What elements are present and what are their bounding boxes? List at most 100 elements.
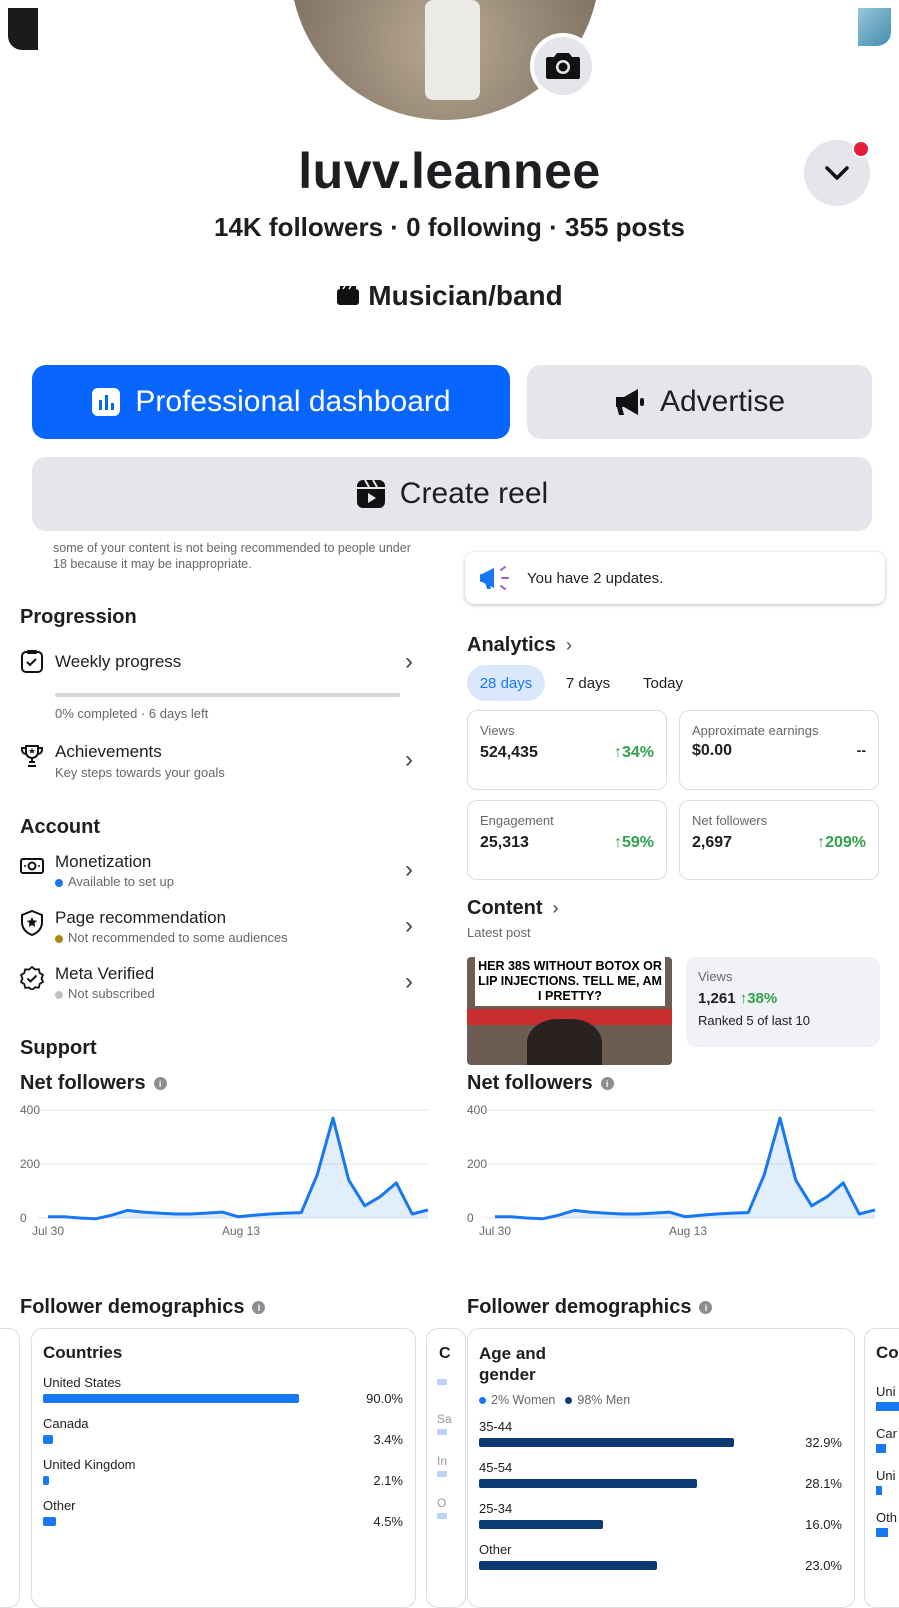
tab-today[interactable]: Today [630, 665, 696, 701]
metric-engagement-card[interactable]: Engagement 25,313 ↑59% [467, 800, 667, 880]
meta-verified-label: Meta Verified [55, 964, 155, 983]
analytics-header[interactable]: Analytics › [467, 634, 572, 657]
bar [479, 1561, 658, 1570]
post-views-change: ↑38% [740, 990, 778, 1007]
y-tick-label: 0 [467, 1211, 474, 1225]
post-views-change-value: 38% [747, 990, 778, 1007]
meta-verified-row[interactable]: Meta Verified Not subscribed › [20, 964, 430, 1008]
profile-username: luvv.leannee [298, 143, 601, 199]
bar [43, 1476, 49, 1485]
metric-change-value: 34% [621, 744, 654, 761]
chevron-right-icon: › [405, 912, 413, 939]
chart-title: Net followers [20, 1072, 146, 1094]
checklist-icon [21, 650, 43, 673]
countries-card[interactable]: Countries United States 90.0% Canada 3.4% Un… [31, 1328, 416, 1608]
bar-chart-icon [92, 388, 121, 416]
bar [43, 1435, 53, 1444]
page-recommendation-status-text: Not recommended to some audiences [68, 930, 288, 945]
monetization-label: Monetization [55, 852, 152, 871]
age-gender-title: Age and gender [479, 1343, 546, 1385]
bar [479, 1479, 697, 1488]
info-icon[interactable]: i [600, 1077, 614, 1090]
bar [43, 1394, 299, 1403]
peek-bar [437, 1379, 447, 1385]
info-icon[interactable]: i [153, 1077, 167, 1090]
x-tick-label: Jul 30 [32, 1224, 64, 1238]
advertise-button[interactable]: Advertise [527, 365, 872, 439]
status-dot [55, 878, 63, 887]
create-reel-button[interactable]: Create reel [32, 457, 872, 531]
bar-value-label: 32.9% [805, 1435, 842, 1450]
arrow-up-icon: ↑ [613, 744, 622, 761]
bar-value-label: 2.1% [373, 1473, 403, 1488]
profile-stats[interactable]: 14K followers · 0 following · 355 posts [0, 212, 899, 243]
metric-change-value: 209% [825, 834, 866, 851]
peek-title: C [439, 1345, 451, 1362]
metric-views-card[interactable]: Views 524,435 ↑34% [467, 710, 667, 790]
chevron-right-icon: › [405, 648, 413, 675]
x-tick-label: Aug 13 [222, 1224, 260, 1238]
age-gender-title-line1: Age and [479, 1344, 547, 1363]
latest-post-stats[interactable]: Views 1,261 ↑38% Ranked 5 of last 10 [686, 957, 880, 1047]
monetization-row[interactable]: Monetization Available to set up › [20, 852, 430, 896]
peek-bar [437, 1429, 447, 1435]
y-tick-label: 400 [467, 1103, 487, 1117]
arrow-up-icon: ↑ [817, 834, 826, 851]
create-reel-label: Create reel [399, 477, 549, 510]
metric-change: ↑34% [614, 744, 654, 762]
bar-category-label: 25-34 [479, 1501, 513, 1516]
page-recommendation-label: Page recommendation [55, 908, 227, 927]
weekly-progress-row[interactable]: Weekly progress › [20, 648, 430, 710]
support-heading: Support [20, 1037, 97, 1059]
info-icon[interactable]: i [252, 1301, 266, 1314]
peek-bar [876, 1486, 882, 1495]
camera-button[interactable] [530, 33, 596, 99]
metric-net-followers-card[interactable]: Net followers 2,697 ↑209% [679, 800, 879, 880]
demographics-card-peek-left[interactable] [0, 1328, 20, 1608]
info-icon[interactable]: i [699, 1301, 713, 1314]
page-recommendation-row[interactable]: Page recommendation Not recommended to s… [20, 908, 430, 952]
bar-category-label: United States [43, 1375, 122, 1390]
arrow-up-icon: ↑ [613, 834, 622, 851]
bar-category-label: Canada [43, 1416, 89, 1431]
peek-title: Co [876, 1343, 899, 1362]
tab-7-days[interactable]: 7 days [555, 665, 621, 701]
demographics-card-peek-middle[interactable]: C Sa In O [426, 1328, 466, 1608]
x-tick-label: Aug 13 [669, 1224, 707, 1238]
megaphone-color-icon [480, 566, 509, 590]
x-tick-label: Jul 30 [479, 1224, 511, 1238]
chart-title: Net followers [467, 1072, 593, 1094]
net-followers-heading-right: Net followers i [467, 1072, 614, 1095]
bar [479, 1438, 734, 1447]
progression-heading: Progression [20, 606, 137, 628]
cover-photo-right-edge [858, 8, 891, 46]
tab-28-days[interactable]: 28 days [467, 665, 545, 701]
content-header[interactable]: Content › [467, 897, 559, 920]
bar-value-label: 28.1% [805, 1476, 842, 1491]
updates-banner[interactable]: You have 2 updates. [465, 552, 885, 604]
y-tick-label: 400 [20, 1103, 40, 1117]
updates-text: You have 2 updates. [527, 569, 664, 587]
status-dot [55, 990, 63, 999]
profile-category: Musician/band [0, 280, 899, 312]
metric-earnings-card[interactable]: Approximate earnings $0.00 -- [679, 710, 879, 790]
chevron-right-icon: › [552, 898, 559, 918]
age-gender-card[interactable]: Age and gender 2% Women 98% Men 35-44 32.… [467, 1328, 855, 1608]
peek-bar [876, 1528, 888, 1537]
monetization-status: Available to set up [55, 874, 174, 889]
age-gender-legend: 2% Women 98% Men [479, 1393, 630, 1407]
bar-category-label: United Kingdom [43, 1457, 136, 1472]
peek-bar [876, 1402, 899, 1411]
achievements-row[interactable]: Achievements Key steps towards your goal… [20, 742, 430, 792]
professional-dashboard-button[interactable]: Professional dashboard [32, 365, 510, 439]
bar [43, 1517, 56, 1526]
money-icon [20, 858, 44, 874]
bar-category-label: 45-54 [479, 1460, 513, 1475]
net-followers-chart-right: 0 200 400 Jul 30 Aug 13 [467, 1103, 876, 1238]
analytics-heading: Analytics [467, 634, 556, 656]
demographics-card-peek-right[interactable]: Co Uni Car Uni Oth [864, 1328, 899, 1608]
peek-label: Sa [437, 1412, 452, 1426]
metric-label: Approximate earnings [692, 723, 819, 738]
metric-value: 524,435 [480, 744, 538, 761]
latest-post-thumbnail[interactable]: HER 38S WITHOUT BOTOX OR LIP INJECTIONS.… [467, 957, 672, 1065]
